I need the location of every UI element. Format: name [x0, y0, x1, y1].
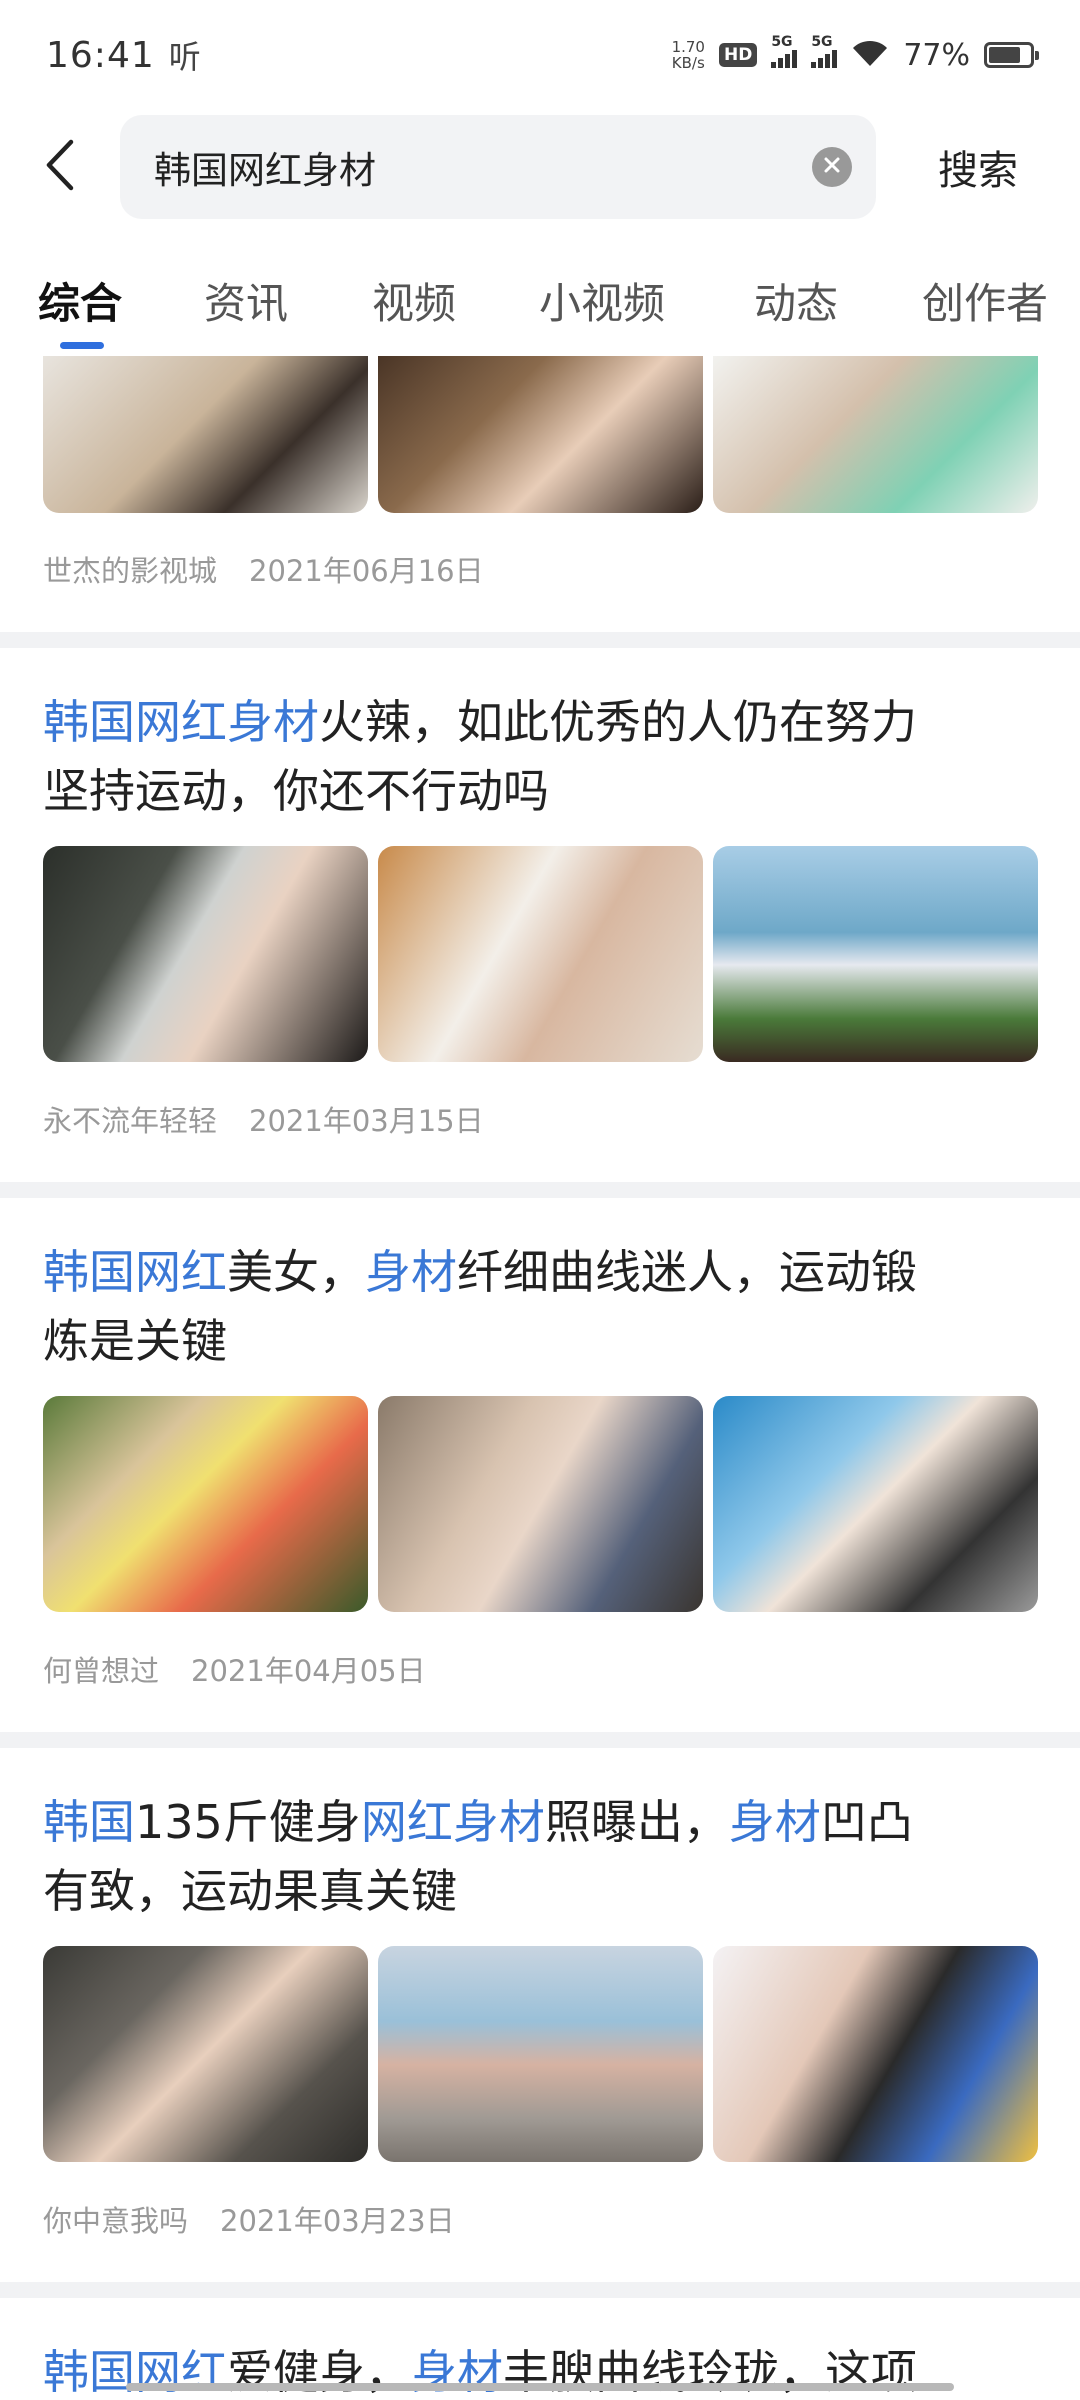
title-text: 美女，	[227, 1245, 365, 1299]
search-query-text: 韩国网红身材	[154, 149, 376, 192]
signal-label: 5G	[771, 34, 793, 50]
result-meta: 何曾想过 2021年04月05日	[43, 1648, 426, 1690]
result-date: 2021年03月15日	[249, 1104, 484, 1138]
signal-5g-icon: 5G	[771, 34, 798, 68]
result-thumbnail	[713, 1946, 1038, 2162]
result-author: 你中意我吗	[43, 2204, 189, 2238]
clear-search-button[interactable]	[812, 147, 852, 187]
result-title[interactable]: 韩国135斤健身网红身材照曝出，身材凹凸 有致，运动果真关键	[43, 1788, 1043, 1926]
tab-moments[interactable]: 动态	[754, 270, 838, 331]
signal-5g-secondary-icon: 5G	[811, 34, 838, 68]
result-thumbnail	[43, 1396, 368, 1612]
title-text: 凹凸	[820, 1795, 913, 1849]
result-date: 2021年04月05日	[191, 1654, 426, 1688]
title-text: 纤细曲线迷人，运动锻	[457, 1245, 917, 1299]
status-notification-text: 听	[168, 38, 201, 76]
hd-voice-icon: HD	[718, 43, 758, 67]
tab-comprehensive[interactable]: 综合	[38, 270, 122, 331]
back-button[interactable]	[0, 112, 120, 222]
status-icons: 1.70 KB/s HD 5G 5G 77%	[672, 34, 1039, 73]
title-keyword-highlight: 身材	[365, 1245, 457, 1299]
gesture-navigation-bar[interactable]	[126, 2383, 954, 2391]
wifi-icon	[851, 38, 889, 72]
result-date: 2021年06月16日	[249, 554, 484, 588]
close-icon	[823, 156, 841, 178]
result-thumbnail	[43, 356, 368, 513]
card-divider	[0, 1732, 1080, 1748]
network-speed-unit: KB/s	[671, 54, 705, 72]
network-speed: 1.70 KB/s	[672, 39, 705, 71]
result-thumbnail	[378, 1946, 703, 2162]
signal-label: 5G	[811, 34, 833, 50]
result-title[interactable]: 韩国网红身材火辣，如此优秀的人仍在努力 坚持运动，你还不行动吗	[43, 688, 1043, 826]
result-title[interactable]: 韩国网红美女，身材纤细曲线迷人，运动锻 炼是关键	[43, 1238, 1043, 1376]
result-thumbnail	[43, 1946, 368, 2162]
title-text: 火辣，如此优秀的人仍在努力	[319, 695, 917, 749]
result-date: 2021年03月23日	[220, 2204, 455, 2238]
search-results-feed[interactable]: 世杰的影视城 2021年06月16日 韩国网红身材火辣，如此优秀的人仍在努力 坚持…	[0, 356, 1080, 2400]
result-thumbnail	[713, 846, 1038, 1062]
result-thumbnail	[713, 1396, 1038, 1612]
battery-percent: 77%	[903, 37, 970, 73]
result-author: 何曾想过	[43, 1654, 160, 1688]
title-keyword-highlight: 身材	[728, 1795, 821, 1849]
result-thumbnail	[378, 846, 703, 1062]
result-thumbnail	[43, 846, 368, 1062]
result-thumbnail	[378, 356, 703, 513]
title-text: 炼是关键	[43, 1314, 227, 1368]
active-tab-indicator	[60, 342, 104, 349]
tab-news[interactable]: 资讯	[204, 270, 288, 331]
battery-fill	[989, 47, 1020, 63]
tab-video[interactable]: 视频	[372, 270, 456, 331]
chevron-left-icon	[45, 139, 75, 195]
search-button[interactable]: 搜索	[876, 138, 1080, 196]
result-author: 永不流年轻轻	[43, 1104, 218, 1138]
title-keyword-highlight: 韩国网红身材	[43, 695, 319, 749]
card-divider	[0, 2282, 1080, 2298]
category-tabs: 综合 资讯 视频 小视频 动态 创作者	[0, 258, 1080, 358]
result-thumbnail	[713, 356, 1038, 513]
tab-short-video[interactable]: 小视频	[539, 270, 665, 331]
card-divider	[0, 632, 1080, 648]
battery-icon	[984, 42, 1039, 68]
tab-creators[interactable]: 创作者	[922, 270, 1048, 331]
result-meta: 永不流年轻轻 2021年03月15日	[43, 1098, 484, 1140]
title-text: 坚持运动，你还不行动吗	[43, 764, 549, 818]
title-text: 有致，运动果真关键	[43, 1864, 457, 1918]
network-speed-value: 1.70	[671, 38, 705, 56]
title-text: 照曝出，	[544, 1795, 729, 1849]
result-meta: 世杰的影视城 2021年06月16日	[43, 548, 484, 590]
result-author: 世杰的影视城	[43, 554, 218, 588]
title-keyword-highlight: 网红身材	[360, 1795, 545, 1849]
card-divider	[0, 1182, 1080, 1198]
result-meta: 你中意我吗 2021年03月23日	[43, 2198, 455, 2240]
status-time: 16:41	[46, 34, 155, 76]
title-keyword-highlight: 韩国	[43, 1795, 135, 1849]
search-input[interactable]: 韩国网红身材	[120, 115, 876, 219]
search-header: 韩国网红身材 搜索	[0, 112, 1080, 222]
title-text: 135斤健身	[135, 1795, 361, 1849]
title-keyword-highlight: 韩国网红	[43, 1245, 227, 1299]
status-bar: 16:41 听 1.70 KB/s HD 5G 5G 77%	[0, 0, 1080, 110]
result-thumbnail	[378, 1396, 703, 1612]
